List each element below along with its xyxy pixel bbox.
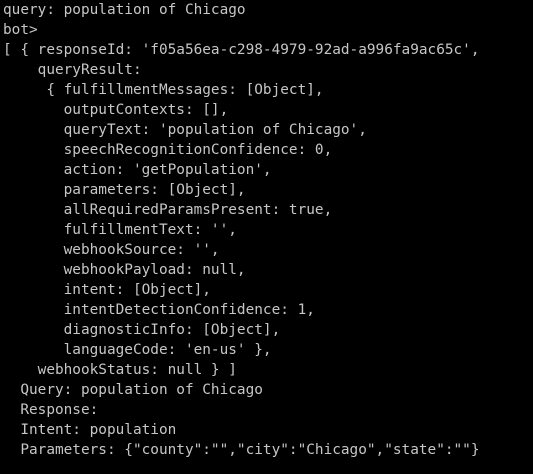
terminal-line-speech-confidence: speechRecognitionConfidence: 0, [3,142,333,158]
terminal-line-webhook-source: webhookSource: '', [3,242,220,258]
terminal-line-webhook-status: webhookStatus: null } ] [3,362,237,378]
terminal-line-parameters: parameters: [Object], [3,182,246,198]
terminal-line-query-text: queryText: 'population of Chicago', [3,122,367,138]
terminal-line-summary-response: Response: [3,402,99,418]
terminal-line-summary-query: Query: population of Chicago [3,382,263,398]
terminal-line-language-code: languageCode: 'en-us' }, [3,342,272,358]
terminal-line-summary-intent: Intent: population [3,422,177,438]
terminal-line-query-result: queryResult: [3,62,142,78]
terminal-line-intent: intent: [Object], [3,282,211,298]
terminal-line-fulfillment-messages: { fulfillmentMessages: [Object], [3,82,324,98]
terminal-line-intent-confidence: intentDetectionConfidence: 1, [3,302,315,318]
terminal-line-fulfillment-text: fulfillmentText: '', [3,222,237,238]
terminal-line-webhook-payload: webhookPayload: null, [3,262,246,278]
terminal-line-action: action: 'getPopulation', [3,162,272,178]
terminal-line-response-id: [ { responseId: 'f05a56ea-c298-4979-92ad… [3,42,480,58]
terminal-line-diagnostic-info: diagnosticInfo: [Object], [3,322,281,338]
terminal-window[interactable]: query: population of Chicago bot> [ { re… [0,0,533,474]
terminal-output: query: population of Chicago bot> [ { re… [3,0,533,460]
terminal-line-output-contexts: outputContexts: [], [3,102,229,118]
terminal-line-query: query: population of Chicago [3,2,246,18]
terminal-line-summary-parameters: Parameters: {"county":"","city":"Chicago… [3,442,480,458]
terminal-line-bot-prompt: bot> [3,22,38,38]
terminal-line-all-required-params: allRequiredParamsPresent: true, [3,202,333,218]
